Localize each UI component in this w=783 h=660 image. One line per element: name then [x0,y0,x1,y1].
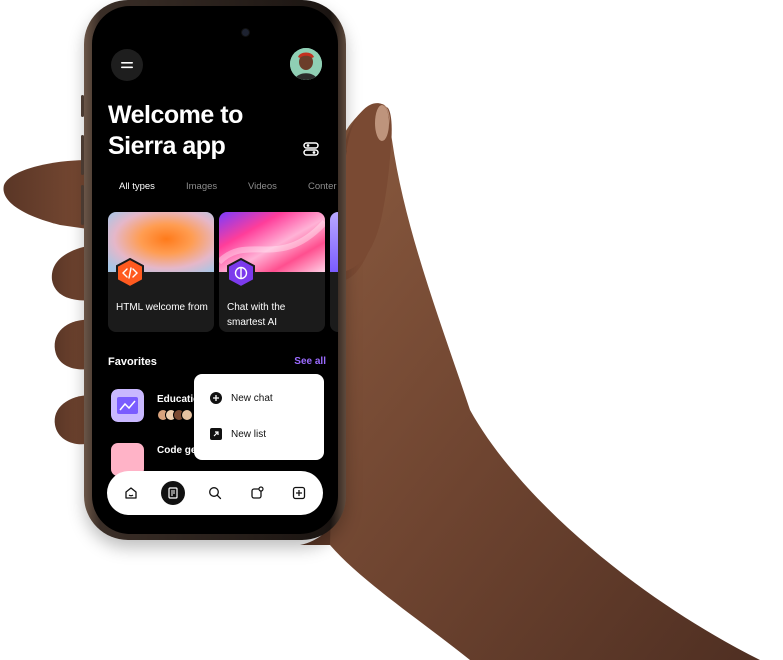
education-thumbnail [111,389,144,422]
tab-notifications[interactable] [245,481,269,505]
card-html-welcome[interactable]: HTML welcome from [108,212,214,332]
avatar [181,409,193,421]
tab-home[interactable] [119,481,143,505]
phone-screen: Welcome to Sierra app All types Images V… [92,6,338,534]
tab-documents[interactable] [161,481,185,505]
new-list-label: New list [231,428,267,440]
mute-switch [81,95,84,117]
favorite-title: Educatio [157,394,200,405]
search-icon [209,487,222,500]
ai-icon [227,258,255,288]
card-label: HTML welcome from [116,302,208,313]
favorite-title: Code ge [157,445,197,456]
create-popup-menu: New chat New list [194,374,324,460]
volume-up-button [81,135,84,175]
front-camera [242,29,249,36]
arrow-up-right-icon [210,428,222,440]
menu-icon [121,62,133,69]
favorites-heading: Favorites [108,356,157,368]
new-list-menu-item[interactable]: New list [210,428,266,440]
page-title: Welcome to Sierra app [108,101,243,160]
see-all-link[interactable]: See all [294,356,326,367]
sliders-icon[interactable] [302,140,320,158]
phone-frame: Welcome to Sierra app All types Images V… [81,0,349,540]
tab-add[interactable] [287,481,311,505]
tab-all-types[interactable]: All types [119,181,155,192]
tab-images[interactable]: Images [186,181,217,192]
notification-icon [251,486,264,499]
code-icon [116,258,144,288]
card-chat-ai[interactable]: Chat with the smartest AI [219,212,325,332]
card-label: Chat with the smartest AI [227,302,286,328]
new-chat-menu-item[interactable]: New chat [210,392,273,404]
avatar[interactable] [290,48,322,80]
bottom-tab-bar [107,471,323,515]
add-icon [292,486,306,500]
menu-button[interactable] [111,49,143,81]
user-avatar-image [290,48,322,80]
plus-circle-icon [210,392,222,404]
tab-search[interactable] [203,481,227,505]
document-icon [168,487,178,499]
tab-videos[interactable]: Videos [248,181,277,192]
volume-down-button [81,185,84,225]
new-chat-label: New chat [231,392,273,404]
thumb-overlay [346,103,391,271]
home-icon [125,487,137,499]
